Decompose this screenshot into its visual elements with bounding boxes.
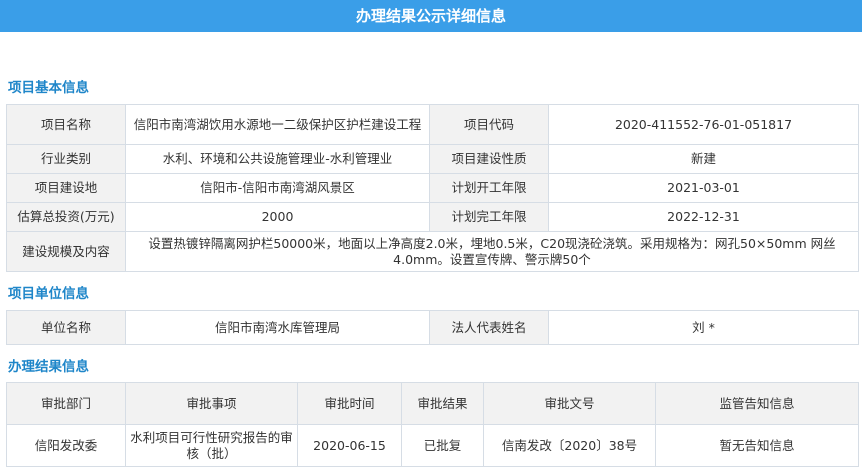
investment-label: 估算总投资(万元)	[6, 202, 126, 232]
unit-name-label: 单位名称	[6, 310, 126, 345]
section-title-unit: 项目单位信息	[8, 286, 89, 302]
investment-value: 2000	[125, 202, 430, 232]
row-result: 已批复	[401, 424, 484, 467]
end-date-label: 计划完工年限	[429, 202, 549, 232]
industry-value: 水利、环境和公共设施管理业-水利管理业	[125, 144, 430, 174]
location-label: 项目建设地	[6, 173, 126, 203]
header-notice: 监管告知信息	[655, 382, 859, 425]
location-value: 信阳市-信阳市南湾湖风景区	[125, 173, 430, 203]
section-title-result: 办理结果信息	[8, 359, 89, 375]
end-date-value: 2022-12-31	[548, 202, 859, 232]
section-title-basic: 项目基本信息	[8, 80, 89, 96]
row-doc-no: 信南发改〔2020〕38号	[483, 424, 656, 467]
header-time: 审批时间	[297, 382, 402, 425]
nature-value: 新建	[548, 144, 859, 174]
row-item: 水利项目可行性研究报告的审核（批）	[125, 424, 298, 467]
legal-rep-value: 刘 *	[548, 310, 859, 345]
header-dept: 审批部门	[6, 382, 126, 425]
legal-rep-label: 法人代表姓名	[429, 310, 549, 345]
start-date-label: 计划开工年限	[429, 173, 549, 203]
table-row: 信阳发改委 水利项目可行性研究报告的审核（批） 2020-06-15 已批复 信…	[6, 424, 859, 467]
unit-name-value: 信阳市南湾水库管理局	[125, 310, 430, 345]
header-doc-no: 审批文号	[483, 382, 656, 425]
industry-label: 行业类别	[6, 144, 126, 174]
scale-value: 设置热镀锌隔离网护栏50000米，地面以上净高度2.0米，埋地0.5米，C20现…	[125, 231, 859, 272]
basic-info-table: 项目名称 信阳市南湾湖饮用水源地一二级保护区护栏建设工程 项目代码 2020-4…	[6, 104, 859, 272]
row-time: 2020-06-15	[297, 424, 402, 467]
start-date-value: 2021-03-01	[548, 173, 859, 203]
result-table: 审批部门 审批事项 审批时间 审批结果 审批文号 监管告知信息 信阳发改委 水利…	[6, 382, 859, 467]
row-dept: 信阳发改委	[6, 424, 126, 467]
project-code-value: 2020-411552-76-01-051817	[548, 104, 859, 145]
page-title: 办理结果公示详细信息	[0, 0, 862, 32]
nature-label: 项目建设性质	[429, 144, 549, 174]
unit-info-table: 单位名称 信阳市南湾水库管理局 法人代表姓名 刘 *	[6, 310, 859, 345]
project-name-label: 项目名称	[6, 104, 126, 145]
project-code-label: 项目代码	[429, 104, 549, 145]
row-notice: 暂无告知信息	[655, 424, 859, 467]
project-name-value: 信阳市南湾湖饮用水源地一二级保护区护栏建设工程	[125, 104, 430, 145]
header-item: 审批事项	[125, 382, 298, 425]
header-result: 审批结果	[401, 382, 484, 425]
scale-label: 建设规模及内容	[6, 231, 126, 272]
